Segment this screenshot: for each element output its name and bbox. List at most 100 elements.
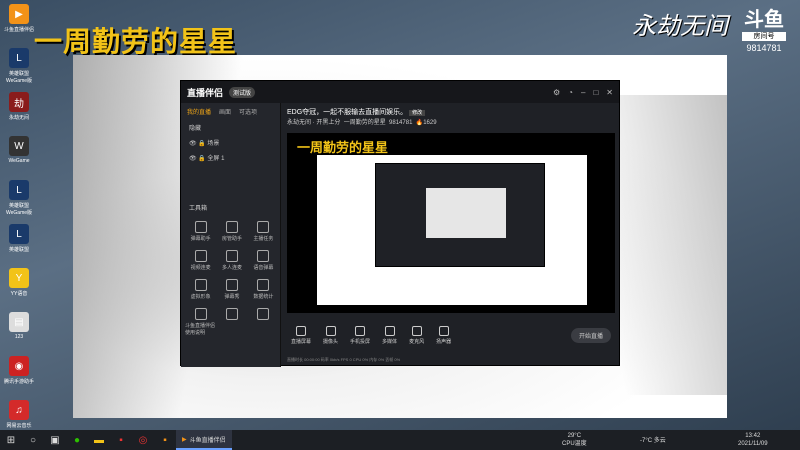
stream-author: 一周勤劳的星星 (343, 120, 386, 126)
desktop-icon[interactable]: L 英雄联盟 WeGame版 (2, 48, 36, 92)
edit-tag[interactable]: 修改 (409, 110, 426, 116)
stream-info: EDG夺冠，一起不服输去直播间娱乐。 修改 永劫无间 · 开黑上分 一周勤劳的星… (287, 109, 437, 126)
desktop-icon-label: 英雄联盟 WeGame版 (5, 203, 33, 216)
status-line: 直播时长 00:00:00 码率 0kb/s FPS 0 CPU 0% 内存 0… (287, 357, 401, 362)
streaming-app-window[interactable]: 直播伴侣 测试版 ⚙ ◔ – □ ✕ 我的直播 画面 可选项 隐藏 👁 🔒 场景… (180, 80, 621, 367)
app-titlebar: 直播伴侣 测试版 ⚙ ◔ – □ ✕ (181, 81, 619, 103)
desktop-icon-label: 英雄联盟 WeGame版 (5, 71, 33, 84)
app-icon[interactable]: ▪ (110, 430, 132, 450)
tool-label: 多人连麦 (221, 265, 242, 271)
preview-nested-capture (317, 155, 587, 305)
stream-preview[interactable]: 一周勤劳的星星 (287, 133, 615, 313)
maximize-icon[interactable]: □ (593, 88, 598, 97)
desktop-icon-label: 腾讯手游助手 (3, 379, 34, 385)
desktop-icon[interactable]: ◉ 腾讯手游助手 (2, 356, 36, 400)
tool-label: 主播任务 (253, 236, 274, 242)
source-icon (296, 325, 306, 336)
app-icon[interactable]: ▪ (154, 430, 176, 450)
app-icon: L (9, 180, 29, 200)
desktop-icon[interactable]: ▶ 斗鱼直播伴侣 (2, 4, 36, 48)
source-button[interactable]: 麦克风 (409, 325, 424, 345)
tool-item[interactable]: 数据统计 (248, 279, 279, 300)
desktop-icon[interactable]: L 英雄联盟 WeGame版 (2, 180, 36, 224)
app-icon: ◉ (9, 356, 29, 376)
weather-desc: CPU温度 (562, 441, 587, 447)
tool-item[interactable]: 弹幕秀 (216, 279, 247, 300)
stream-category[interactable]: 永劫无间 · 开黑上分 (287, 120, 340, 126)
tool-item[interactable]: 主播任务 (248, 221, 279, 242)
windows-start-icon[interactable]: ⊞ (0, 430, 22, 450)
tab-my-live[interactable]: 我的直播 (187, 107, 211, 116)
tool-icon (225, 221, 238, 233)
tool-label: 弹幕助手 (190, 236, 211, 242)
source-button[interactable]: 扬声器 (436, 325, 452, 345)
tools-grid: 弹幕助手 房管助手 主播任务视频连麦 多人连麦 语音弹幕虚拟形象 弹幕秀 数据统计斗鱼直播伴… (185, 221, 279, 336)
desktop-icon[interactable]: Y YY语音 (2, 268, 36, 312)
source-label: 扬声器 (436, 338, 452, 345)
tab-options[interactable]: 可选项 (239, 107, 257, 116)
tool-item[interactable]: 斗鱼直播伴侣使用说明 (185, 308, 216, 336)
system-tray[interactable]: -7°C 多云 (640, 435, 666, 444)
tool-item[interactable]: 房管助手 (216, 221, 247, 242)
minimize-icon[interactable]: – (581, 88, 585, 97)
source-icon (411, 325, 422, 336)
tool-label: 视频连麦 (190, 265, 211, 271)
task-view-icon[interactable]: ▣ (44, 430, 66, 450)
main-panel: EDG夺冠，一起不服输去直播间娱乐。 修改 永劫无间 · 开黑上分 一周勤劳的星… (281, 103, 621, 367)
tool-item[interactable] (216, 308, 247, 336)
settings-icon[interactable]: ⚙ (553, 88, 560, 97)
source-button[interactable]: 手机投屏 (350, 325, 370, 345)
tool-item[interactable] (248, 308, 279, 336)
scene-label: 全屏 1 (207, 156, 225, 162)
tool-icon (257, 308, 270, 320)
room-box: 斗鱼 房间号 9814781 (738, 10, 790, 53)
tool-item[interactable]: 多人连麦 (216, 250, 247, 271)
banner-title: 一周勤劳的星星 (34, 25, 238, 58)
source-label: 摄像头 (323, 338, 339, 345)
close-icon[interactable]: ✕ (606, 88, 613, 97)
source-icon (384, 325, 395, 336)
taskbar-app-douyu[interactable]: ▶ 斗鱼直播伴侣 (176, 430, 232, 450)
tool-item[interactable]: 语音弹幕 (248, 250, 279, 271)
chrome-icon[interactable]: ◎ (132, 430, 154, 450)
tool-icon (257, 250, 270, 262)
preview-title: 一周勤劳的星星 (297, 140, 389, 155)
tool-icon (194, 221, 207, 233)
clock-time: 13:42 (745, 433, 761, 439)
desktop-icon-label: 斗鱼直播伴侣 (3, 27, 34, 33)
source-icon (355, 325, 366, 336)
weather-widget[interactable]: 29°C CPU温度 (562, 432, 587, 448)
explorer-icon[interactable]: ▬ (88, 430, 110, 450)
clock[interactable]: 13:42 2021/11/09 (738, 432, 768, 448)
source-label: 多媒体 (382, 338, 398, 345)
tool-item[interactable]: 虚拟形象 (185, 279, 216, 300)
scene-item[interactable]: 👁 🔒 全屏 1 (181, 150, 280, 165)
app-icon: 劫 (9, 92, 29, 112)
tab-scene[interactable]: 画面 (219, 107, 231, 116)
tool-icon (194, 308, 207, 320)
desktop-icon-label: WeGame (8, 158, 30, 164)
tool-label: 语音弹幕 (253, 265, 274, 271)
desktop-icon[interactable]: 劫永劫无间 (2, 92, 36, 136)
source-button[interactable]: 直播屏幕 (291, 325, 311, 345)
desktop-icon[interactable]: ▤ 123 (2, 312, 36, 356)
bell-icon[interactable]: ◔ (568, 88, 573, 97)
tool-item[interactable]: 弹幕助手 (185, 221, 216, 242)
game-logo: 永劫无间 (632, 12, 728, 40)
stream-fans: 1629 (423, 120, 437, 126)
scene-toggle[interactable]: 隐藏 (181, 120, 280, 135)
tool-item[interactable]: 视频连麦 (185, 250, 216, 271)
scene-item[interactable]: 👁 🔒 场景 (181, 135, 280, 150)
desktop-icon[interactable]: W WeGame (2, 136, 36, 180)
clock-date: 2021/11/09 (738, 441, 768, 447)
source-icon (325, 325, 336, 336)
desktop-icon-label: 永劫无间 (8, 115, 29, 121)
start-live-button[interactable]: 开始直播 (570, 327, 611, 343)
source-button[interactable]: 多媒体 (382, 325, 398, 345)
search-icon[interactable]: ○ (22, 430, 44, 450)
desktop-icon[interactable]: L 英雄联盟 (2, 224, 36, 268)
source-button[interactable]: 摄像头 (323, 325, 339, 345)
wechat-icon[interactable]: ● (66, 430, 88, 450)
tool-icon (225, 279, 238, 291)
version-badge[interactable]: 测试版 (229, 86, 256, 98)
